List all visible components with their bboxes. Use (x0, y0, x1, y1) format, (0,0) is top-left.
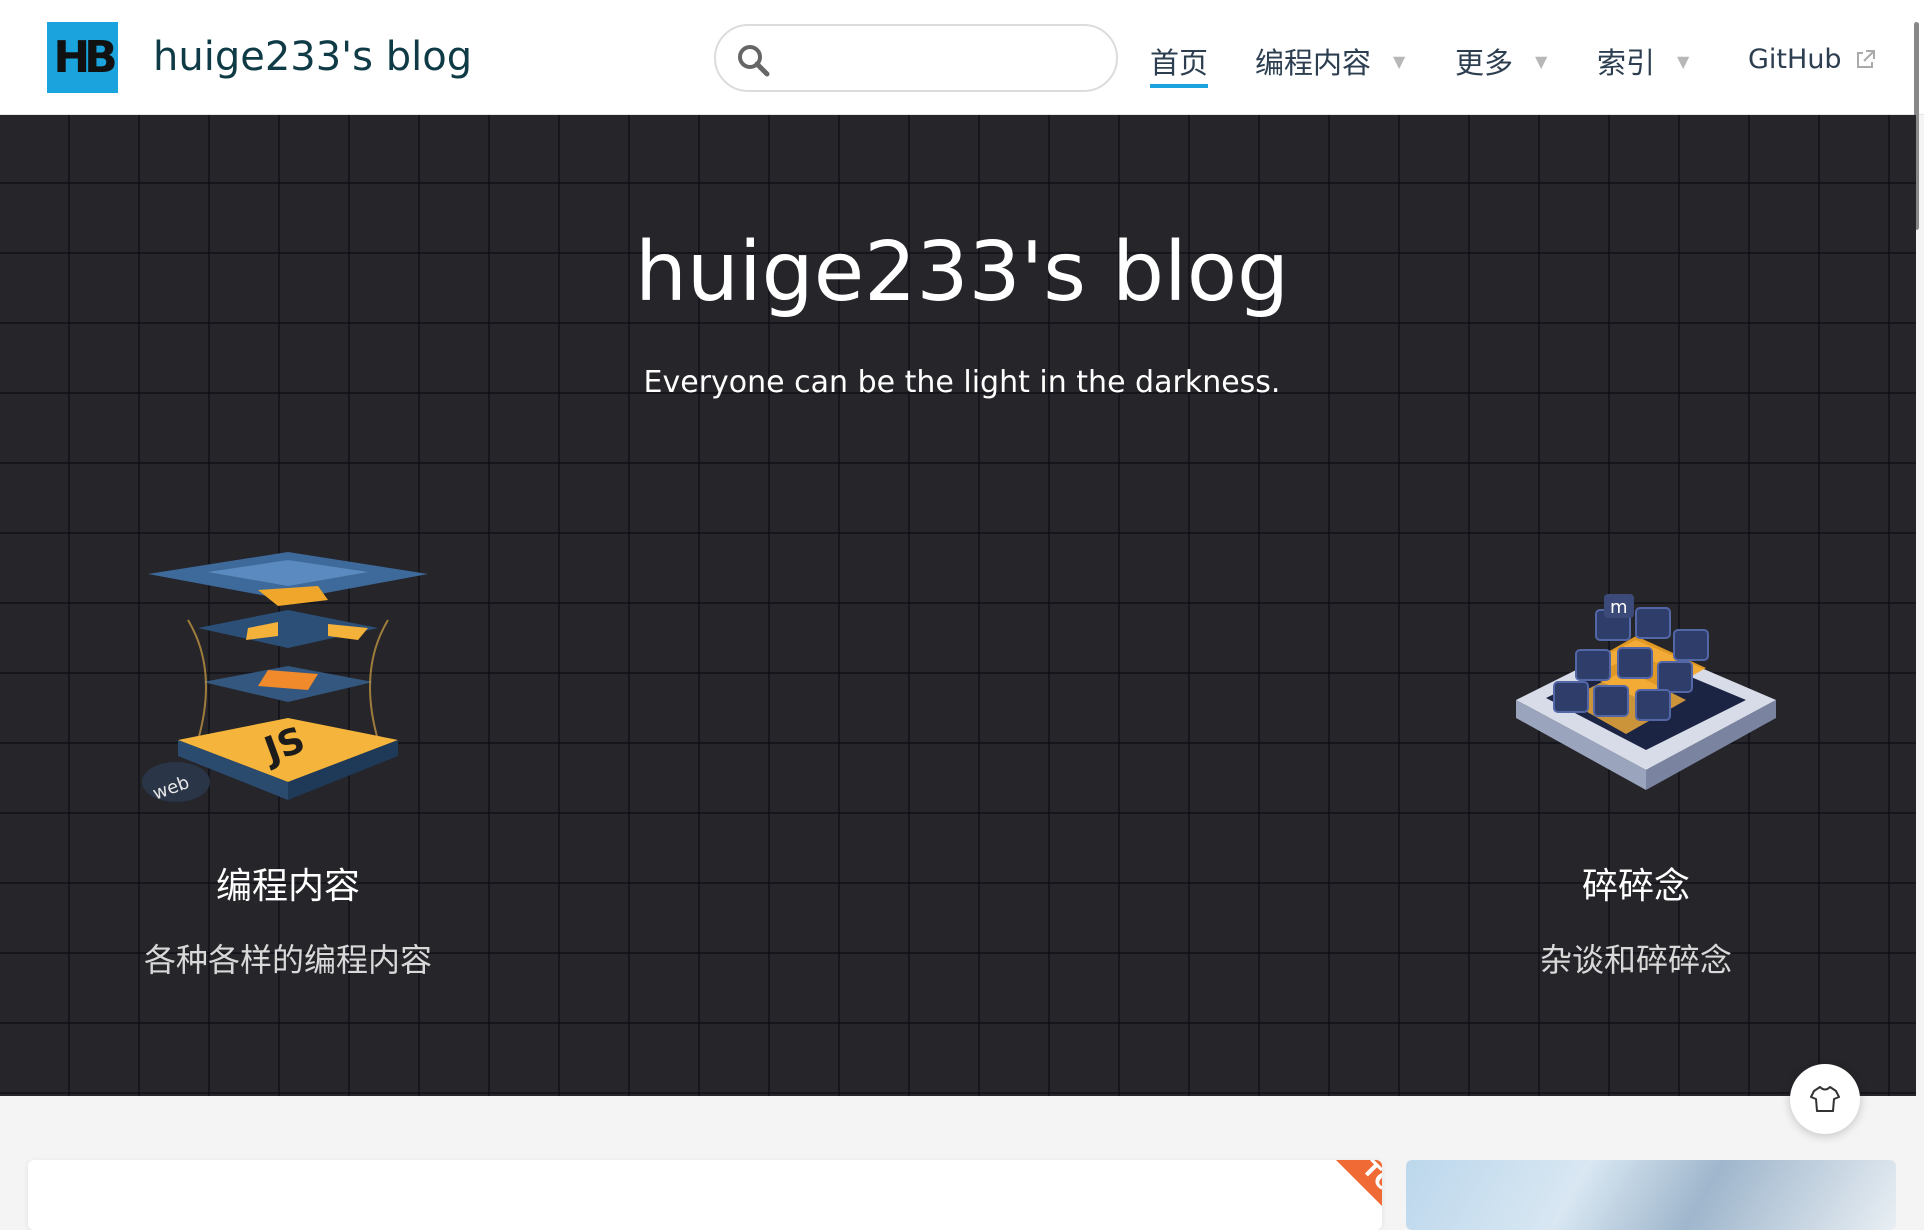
caret-down-icon: ▼ (1535, 51, 1548, 71)
nav-more[interactable]: 更多 ▼ (1455, 40, 1547, 82)
feature-desc: 各种各样的编程内容 (143, 941, 432, 979)
sidebar-image (1406, 1160, 1896, 1230)
nav-github-label: GitHub (1748, 44, 1842, 75)
feature-programming[interactable]: JS web 编程内容 各种各样的编程内容 (108, 550, 468, 1030)
nav-index[interactable]: 索引 ▼ (1597, 40, 1689, 82)
nav-home[interactable]: 首页 (1150, 40, 1209, 88)
caret-down-icon: ▼ (1677, 51, 1690, 71)
nav-programming[interactable]: 编程内容 ▼ (1255, 40, 1405, 82)
nav-programming-label: 编程内容 (1255, 46, 1372, 80)
nav-more-label: 更多 (1455, 46, 1514, 80)
svg-text:m: m (1610, 597, 1628, 618)
site-logo[interactable]: HB (47, 22, 118, 93)
hero-tagline: Everyone can be the light in the darknes… (643, 365, 1281, 400)
navbar: HB huige233's blog 首页 编程内容 ▼ 更多 ▼ 索引 ▼ G… (0, 0, 1924, 115)
search-box (714, 24, 1118, 92)
nav-home-label: 首页 (1150, 40, 1209, 88)
feature-ramblings[interactable]: m 碎碎念 杂谈和碎碎念 (1456, 550, 1816, 1030)
hero-title: huige233's blog (634, 225, 1290, 320)
site-name[interactable]: huige233's blog (153, 34, 472, 80)
external-link-icon (1856, 49, 1875, 68)
js-layers-icon: JS web (142, 552, 428, 805)
logo-text: HB (53, 32, 117, 83)
caret-down-icon: ▼ (1393, 51, 1406, 71)
nav-index-label: 索引 (1597, 46, 1656, 80)
article-card[interactable]: TOP (28, 1160, 1382, 1230)
top-ribbon: TOP (1332, 1160, 1382, 1230)
hero: huige233's blog Everyone can be the ligh… (0, 115, 1916, 1096)
tshirt-icon (1810, 1086, 1840, 1112)
feature-desc: 杂谈和碎碎念 (1539, 941, 1732, 979)
search-icon (738, 45, 770, 77)
feature-title: 编程内容 (215, 866, 360, 907)
cube-box-icon: m (1516, 594, 1776, 790)
nav-github[interactable]: GitHub (1748, 44, 1876, 75)
feature-title: 碎碎念 (1581, 866, 1690, 907)
theme-toggle-button[interactable] (1790, 1064, 1860, 1134)
search-input[interactable] (786, 38, 1096, 80)
